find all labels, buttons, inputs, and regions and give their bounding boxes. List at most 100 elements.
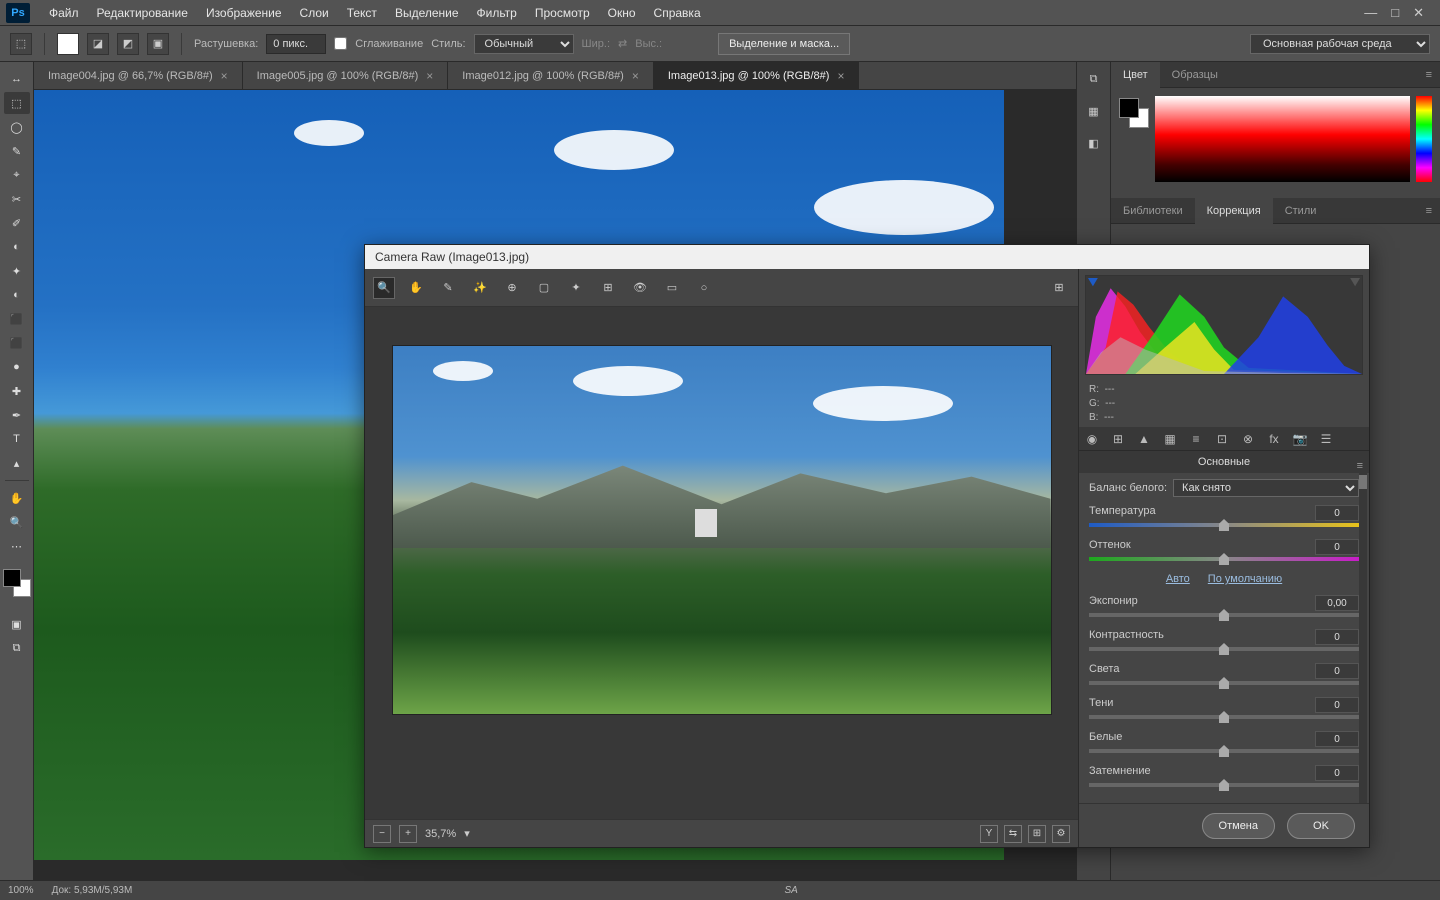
document-tab[interactable]: Image004.jpg @ 66,7% (RGB/8#)×: [34, 62, 243, 89]
cr-wb-tool[interactable]: ✎: [437, 277, 459, 299]
maximize-button[interactable]: □: [1391, 5, 1399, 21]
tab-swatches[interactable]: Образцы: [1160, 62, 1230, 88]
marquee-tool[interactable]: ⬚: [4, 92, 30, 114]
zoom-readout[interactable]: 100%: [8, 885, 34, 896]
cr-zoom-in-button[interactable]: +: [399, 825, 417, 843]
panel-menu-icon[interactable]: ≡: [1418, 69, 1440, 81]
hsl-tab[interactable]: ▦: [1161, 430, 1179, 448]
blur-tool[interactable]: ●: [4, 356, 30, 378]
wb-select[interactable]: Как снято: [1173, 479, 1359, 497]
slider-value-input[interactable]: [1315, 539, 1359, 555]
cr-adjust-brush-tool[interactable]: ▭: [661, 277, 683, 299]
cr-redeye-tool[interactable]: 👁: [629, 277, 651, 299]
panel-menu-icon[interactable]: ≡: [1418, 205, 1440, 217]
pen-tool[interactable]: ✒: [4, 404, 30, 426]
stamp-tool[interactable]: ✦: [4, 260, 30, 282]
close-icon[interactable]: ×: [632, 69, 639, 83]
scrollbar-thumb[interactable]: [1359, 475, 1367, 489]
quickmask-button[interactable]: ▣: [4, 613, 30, 635]
tab-styles[interactable]: Стили: [1273, 198, 1329, 224]
menu-filter[interactable]: Фильтр: [468, 0, 526, 26]
cr-gradient-tool[interactable]: ○: [693, 277, 715, 299]
screenmode-button[interactable]: ⧉: [4, 637, 30, 659]
cr-crop-tool[interactable]: ▢: [533, 277, 555, 299]
lasso-tool[interactable]: ◯: [4, 116, 30, 138]
path-select-tool[interactable]: ▴: [4, 452, 30, 474]
cr-before-after-button[interactable]: Y: [980, 825, 998, 843]
split-tone-tab[interactable]: ≡: [1187, 430, 1205, 448]
histogram[interactable]: [1085, 275, 1363, 375]
slider-track[interactable]: [1089, 613, 1359, 617]
select-and-mask-button[interactable]: Выделение и маска...: [718, 33, 850, 55]
cr-target-tool[interactable]: ⊕: [501, 277, 523, 299]
menu-image[interactable]: Изображение: [197, 0, 291, 26]
slider-track[interactable]: [1089, 783, 1359, 787]
auto-link[interactable]: Авто: [1166, 573, 1190, 585]
cr-spot-tool[interactable]: ⊞: [597, 277, 619, 299]
antialias-checkbox[interactable]: [334, 37, 347, 50]
ok-button[interactable]: OK: [1287, 813, 1355, 839]
selection-subtract-icon[interactable]: ◩: [117, 33, 139, 55]
tab-libraries[interactable]: Библиотеки: [1111, 198, 1195, 224]
slider-value-input[interactable]: [1315, 595, 1359, 611]
basic-tab[interactable]: ◉: [1083, 430, 1101, 448]
eraser-tool[interactable]: ⬛: [4, 308, 30, 330]
menu-help[interactable]: Справка: [645, 0, 710, 26]
fg-swatch[interactable]: [1119, 98, 1139, 118]
dodge-tool[interactable]: ✚: [4, 380, 30, 402]
detail-tab[interactable]: ▲: [1135, 430, 1153, 448]
cr-zoom-tool[interactable]: 🔍: [373, 277, 395, 299]
document-tab[interactable]: Image005.jpg @ 100% (RGB/8#)×: [243, 62, 449, 89]
history-brush-tool[interactable]: ◐: [4, 284, 30, 306]
menu-layers[interactable]: Слои: [291, 0, 338, 26]
doc-size-readout[interactable]: Док: 5,93M/5,93M: [52, 885, 133, 896]
slider-value-input[interactable]: [1315, 629, 1359, 645]
slider-value-input[interactable]: [1315, 663, 1359, 679]
slider-value-input[interactable]: [1315, 505, 1359, 521]
curve-tab[interactable]: ⊞: [1109, 430, 1127, 448]
cr-zoom-value[interactable]: 35,7%: [425, 828, 456, 840]
cr-swap-button[interactable]: ⊞: [1028, 825, 1046, 843]
slider-value-input[interactable]: [1315, 765, 1359, 781]
cr-color-sampler-tool[interactable]: ✨: [469, 277, 491, 299]
presets-tab[interactable]: ☰: [1317, 430, 1335, 448]
menu-window[interactable]: Окно: [599, 0, 645, 26]
cr-settings-button[interactable]: ⚙: [1052, 825, 1070, 843]
tab-adjustments[interactable]: Коррекция: [1195, 198, 1273, 224]
history-panel-icon[interactable]: ⧉: [1083, 68, 1105, 90]
zoom-tool[interactable]: 🔍: [4, 511, 30, 533]
feather-input[interactable]: [266, 34, 326, 54]
quick-select-tool[interactable]: ✎: [4, 140, 30, 162]
selection-add-icon[interactable]: ◪: [87, 33, 109, 55]
minimize-button[interactable]: —: [1364, 5, 1377, 21]
close-button[interactable]: ✕: [1413, 5, 1424, 21]
lens-tab[interactable]: ⊡: [1213, 430, 1231, 448]
cr-hand-tool[interactable]: ✋: [405, 277, 427, 299]
tab-color[interactable]: Цвет: [1111, 62, 1160, 88]
menu-edit[interactable]: Редактирование: [88, 0, 197, 26]
close-icon[interactable]: ×: [426, 69, 433, 83]
hue-slider[interactable]: [1416, 96, 1432, 182]
selection-intersect-icon[interactable]: ▣: [147, 33, 169, 55]
marquee-tool-icon[interactable]: ⬚: [10, 33, 32, 55]
cr-compare-button[interactable]: ⇆: [1004, 825, 1022, 843]
selection-new-icon[interactable]: [57, 33, 79, 55]
slider-track[interactable]: [1089, 715, 1359, 719]
fx-tab[interactable]: ⊗: [1239, 430, 1257, 448]
cr-zoom-out-button[interactable]: −: [373, 825, 391, 843]
gradient-tool[interactable]: ⬛: [4, 332, 30, 354]
cr-preset-button[interactable]: ⊞: [1048, 277, 1070, 299]
menu-type[interactable]: Текст: [338, 0, 386, 26]
close-icon[interactable]: ×: [221, 69, 228, 83]
eyedropper-tool[interactable]: ✂: [4, 188, 30, 210]
move-tool[interactable]: ↔: [4, 68, 30, 90]
color-field[interactable]: [1155, 96, 1410, 182]
slider-track[interactable]: [1089, 749, 1359, 753]
healing-tool[interactable]: ✐: [4, 212, 30, 234]
menu-file[interactable]: Файл: [40, 0, 88, 26]
chevron-down-icon[interactable]: ▾: [464, 827, 470, 840]
workspace-select[interactable]: Основная рабочая среда: [1250, 34, 1430, 54]
cr-straighten-tool[interactable]: ✦: [565, 277, 587, 299]
brush-tool[interactable]: ◐: [4, 236, 30, 258]
color-swatches[interactable]: [3, 569, 31, 597]
